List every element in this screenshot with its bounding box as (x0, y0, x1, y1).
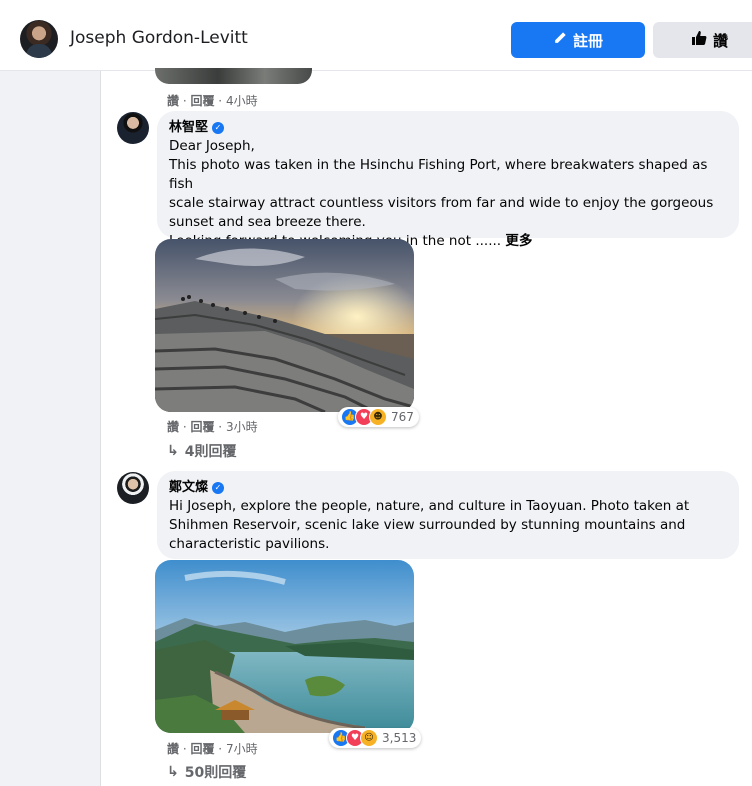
left-divider (100, 71, 101, 786)
comment-actions: 讚 · 回覆 · 3小時 (167, 420, 258, 434)
comment-line: characteristic pavilions. (169, 536, 330, 552)
comment-bubble: 鄭文燦 ✓ Hi Joseph, explore the people, nat… (157, 471, 739, 559)
profile-avatar[interactable] (20, 20, 58, 58)
comment-photo-shihmen-reservoir[interactable] (155, 560, 414, 733)
reply-link[interactable]: 回覆 (190, 742, 214, 756)
comment-line: Dear Joseph, (169, 138, 255, 154)
author-name[interactable]: 鄭文燦 (169, 479, 208, 497)
timestamp[interactable]: 7小時 (226, 742, 258, 756)
like-page-label: 讚 (713, 31, 729, 50)
view-replies-link[interactable]: ↳ 50則回覆 (167, 762, 246, 782)
comment-actions: 讚 · 回覆 · 7小時 (167, 742, 258, 756)
replies-count: 50則回覆 (184, 765, 247, 781)
reply-arrow-icon: ↳ (167, 764, 179, 780)
commenter-avatar[interactable] (117, 472, 149, 504)
comment-line: scale stairway attract countless visitor… (169, 195, 714, 211)
previous-comment-actions: 讚 · 回覆 · 4小時 (167, 94, 258, 108)
comment-author[interactable]: 林智堅 ✓ (169, 119, 727, 137)
like-page-button[interactable]: 讚 (653, 22, 752, 58)
reaction-summary[interactable]: 👍 ♥ ☻ 767 (338, 407, 419, 427)
reaction-icons: 👍 ♥ ☻ (341, 408, 387, 426)
commenter-avatar[interactable] (117, 112, 149, 144)
like-link[interactable]: 讚 (167, 742, 179, 756)
see-more-link[interactable]: 更多 (505, 233, 532, 249)
author-name[interactable]: 林智堅 (169, 119, 208, 137)
comment-author[interactable]: 鄭文燦 ✓ (169, 479, 727, 497)
like-link[interactable]: 讚 (167, 420, 179, 434)
reply-arrow-icon: ↳ (167, 443, 179, 459)
reply-link[interactable]: 回覆 (190, 420, 214, 434)
like-link[interactable]: 讚 (167, 94, 179, 108)
view-replies-link[interactable]: ↳ 4則回覆 (167, 441, 236, 461)
reaction-count: 767 (391, 410, 414, 424)
profile-name[interactable]: Joseph Gordon-Levitt (70, 28, 248, 48)
comment-line: Hi Joseph, explore the people, nature, a… (169, 498, 690, 514)
comment-line: sunset and sea breeze there. (169, 214, 366, 230)
comment-line: Shihmen Reservoir, scenic lake view surr… (169, 517, 686, 533)
register-button[interactable]: 註冊 (511, 22, 645, 58)
verified-badge-icon: ✓ (212, 122, 225, 134)
comment-line: This photo was taken in the Hsinchu Fish… (169, 157, 708, 192)
replies-count: 4則回覆 (184, 444, 237, 460)
reaction-icons: 👍 ♥ ☺ (332, 729, 378, 747)
comment-bubble: 林智堅 ✓ Dear Joseph, This photo was taken … (157, 111, 739, 249)
verified-badge-icon: ✓ (212, 482, 225, 494)
previous-comment-photo[interactable] (155, 68, 312, 84)
haha-icon: ☻ (369, 408, 387, 426)
pencil-icon (553, 31, 567, 49)
care-icon: ☺ (360, 729, 378, 747)
reaction-count: 3,513 (382, 731, 417, 745)
timestamp[interactable]: 3小時 (226, 420, 258, 434)
left-pane (0, 71, 100, 786)
timestamp[interactable]: 4小時 (226, 94, 258, 108)
thumbs-up-icon (691, 30, 707, 50)
reaction-summary[interactable]: 👍 ♥ ☺ 3,513 (329, 728, 422, 748)
register-label: 註冊 (572, 31, 603, 50)
comment-photo-fishing-port[interactable] (155, 239, 414, 412)
reply-link[interactable]: 回覆 (190, 94, 214, 108)
profile-header: Joseph Gordon-Levitt 註冊 讚 (0, 0, 752, 71)
